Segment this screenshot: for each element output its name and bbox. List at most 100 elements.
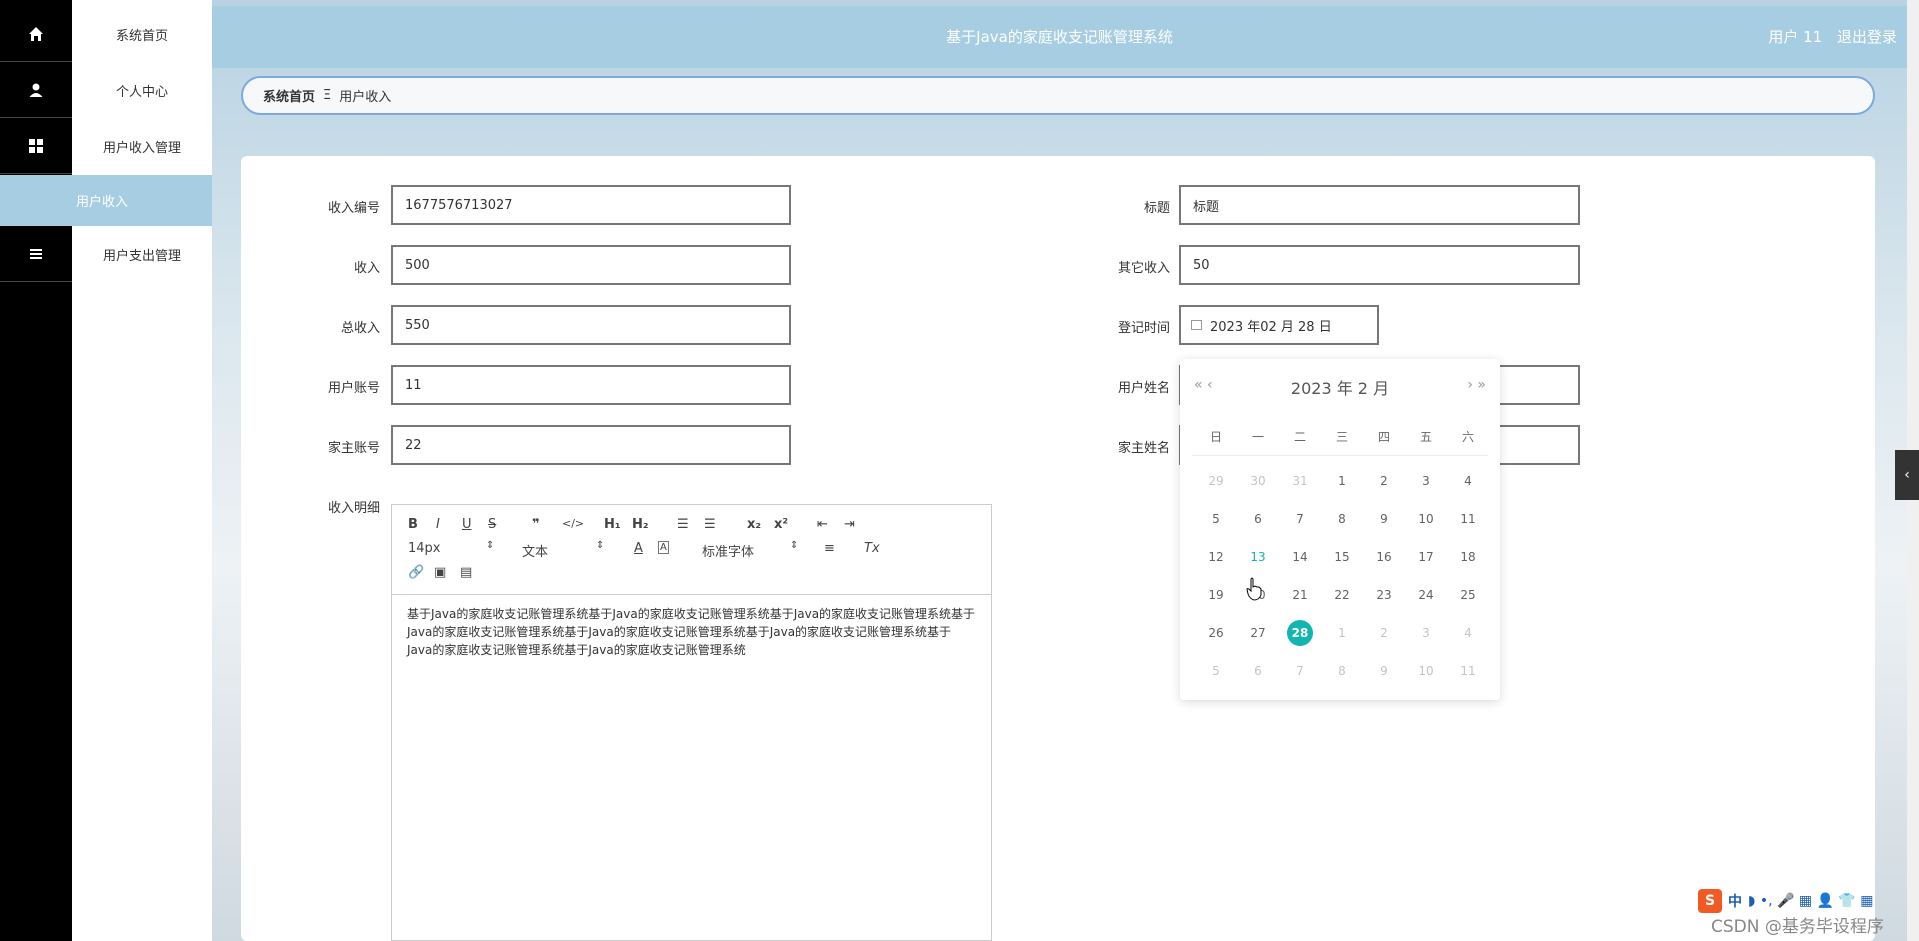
underline-icon[interactable]: U <box>462 517 472 532</box>
menu-item-expense-management[interactable]: 用户支出管理 <box>72 226 212 282</box>
calendar-day[interactable]: 28 <box>1287 620 1313 646</box>
rail-income[interactable] <box>0 118 72 174</box>
income-input[interactable]: 500 <box>391 245 791 285</box>
calendar-day[interactable]: 6 <box>1245 658 1271 684</box>
background-color-icon[interactable]: A <box>658 541 669 554</box>
calendar-day[interactable]: 19 <box>1203 582 1229 608</box>
calendar-day[interactable]: 31 <box>1287 468 1313 494</box>
h1-icon[interactable]: H₁ <box>604 517 621 532</box>
weekday-header: 四 <box>1377 430 1390 444</box>
editor-content[interactable]: 基于Java的家庭收支记账管理系统基于Java的家庭收支记账管理系统基于Java… <box>392 595 991 669</box>
ordered-list-icon[interactable]: ☰ <box>677 517 689 532</box>
clear-format-icon[interactable]: Tx <box>864 541 880 556</box>
bullet-list-icon[interactable]: ☰ <box>704 517 716 532</box>
font-size-select[interactable]: 14px <box>408 541 441 556</box>
video-icon[interactable]: ▤ <box>460 565 472 580</box>
strike-icon[interactable]: S <box>488 517 496 532</box>
total-income-label: 总收入 <box>340 321 380 336</box>
menu-item-profile[interactable]: 个人中心 <box>72 62 212 118</box>
align-icon[interactable]: ≡ <box>824 541 835 556</box>
calendar-day[interactable]: 17 <box>1413 544 1439 570</box>
code-icon[interactable]: </> <box>562 517 584 530</box>
calendar-day[interactable]: 2 <box>1371 468 1397 494</box>
breadcrumb-home[interactable]: 系统首页 <box>263 86 315 105</box>
rich-text-editor[interactable]: B I U S ❞ </> H₁ H₂ ☰ ☰ x₂ x² ⇤ ⇥ 14px ⇕… <box>391 504 992 941</box>
bold-icon[interactable]: B <box>408 517 418 532</box>
rail-home[interactable] <box>0 6 72 62</box>
menu-item-income-management[interactable]: 用户收入管理 <box>72 118 212 174</box>
italic-icon[interactable]: I <box>436 517 440 532</box>
calendar-day[interactable]: 10 <box>1413 506 1439 532</box>
calendar-day[interactable]: 9 <box>1371 658 1397 684</box>
rail-expense[interactable] <box>0 226 72 282</box>
title-input[interactable]: 标题 <box>1179 185 1580 225</box>
calendar-day[interactable]: 30 <box>1245 468 1271 494</box>
calendar-day[interactable]: 8 <box>1329 506 1355 532</box>
calendar-day[interactable]: 1 <box>1329 620 1355 646</box>
menu-item-home[interactable]: 系统首页 <box>72 6 212 62</box>
calendar-day[interactable]: 23 <box>1371 582 1397 608</box>
calendar-day[interactable]: 2 <box>1371 620 1397 646</box>
calendar-day[interactable]: 1 <box>1329 468 1355 494</box>
calendar-day[interactable]: 3 <box>1413 468 1439 494</box>
sogou-icon[interactable]: S <box>1698 889 1722 913</box>
subscript-icon[interactable]: x₂ <box>747 517 761 532</box>
list-icon <box>30 248 42 259</box>
calendar-day[interactable]: 21 <box>1287 582 1313 608</box>
calendar-day[interactable]: 15 <box>1329 544 1355 570</box>
calendar-day[interactable]: 4 <box>1455 468 1481 494</box>
register-time-input[interactable]: 2023 年02 月 28 日 <box>1179 305 1379 345</box>
calendar-day[interactable]: 18 <box>1455 544 1481 570</box>
user-name-label: 用户姓名 <box>1117 381 1170 396</box>
calendar-day[interactable]: 7 <box>1287 506 1313 532</box>
breadcrumb: 系统首页 Ξ 用户收入 <box>241 76 1875 115</box>
text-type-select[interactable]: 文本 <box>522 541 548 560</box>
calendar-day[interactable]: 11 <box>1455 658 1481 684</box>
outdent-icon[interactable]: ⇤ <box>817 517 828 532</box>
calendar-day[interactable]: 8 <box>1329 658 1355 684</box>
calendar-day[interactable]: 22 <box>1329 582 1355 608</box>
income-no-input[interactable]: 1677576713027 <box>391 185 791 225</box>
calendar-day[interactable]: 25 <box>1455 582 1481 608</box>
indent-icon[interactable]: ⇥ <box>844 517 855 532</box>
calendar-day[interactable]: 27 <box>1245 620 1271 646</box>
calendar-day[interactable]: 14 <box>1287 544 1313 570</box>
calendar-day[interactable]: 13 <box>1245 544 1271 570</box>
ime-lang-icon[interactable]: 中 <box>1728 891 1742 911</box>
side-toggle-icon[interactable]: ‹ <box>1895 450 1919 500</box>
logout-link[interactable]: 退出登录 <box>1837 28 1897 46</box>
calendar-day[interactable]: 26 <box>1203 620 1229 646</box>
calendar-day[interactable]: 3 <box>1413 620 1439 646</box>
blockquote-icon[interactable]: ❞ <box>532 517 540 532</box>
next-month-year-icon[interactable]: › » <box>1467 377 1486 393</box>
calendar-day[interactable]: 4 <box>1455 620 1481 646</box>
breadcrumb-separator-icon: Ξ <box>323 88 332 103</box>
calendar-day[interactable]: 6 <box>1245 506 1271 532</box>
calendar-day[interactable]: 16 <box>1371 544 1397 570</box>
superscript-icon[interactable]: x² <box>774 517 788 532</box>
calendar-day[interactable]: 11 <box>1455 506 1481 532</box>
rail-user[interactable] <box>0 62 72 118</box>
ime-extra-icons: ◗ •, 🎤 ▦ 👤 👕 ▦ <box>1748 893 1874 909</box>
calendar-day[interactable]: 12 <box>1203 544 1229 570</box>
breadcrumb-current: 用户收入 <box>339 90 392 105</box>
calendar-day[interactable]: 5 <box>1203 506 1229 532</box>
calendar-day[interactable]: 9 <box>1371 506 1397 532</box>
hand-cursor-icon <box>1246 577 1262 601</box>
font-family-select[interactable]: 标准字体 <box>702 541 754 560</box>
submenu-item-user-income[interactable]: 用户收入 <box>0 175 212 226</box>
picker-divider <box>1192 455 1488 456</box>
calendar-day[interactable]: 5 <box>1203 658 1229 684</box>
calendar-day[interactable]: 7 <box>1287 658 1313 684</box>
calendar-day[interactable]: 24 <box>1413 582 1439 608</box>
total-income-input[interactable]: 550 <box>391 305 791 345</box>
image-icon[interactable]: ▣ <box>434 565 446 580</box>
font-color-icon[interactable]: A <box>634 541 643 556</box>
owner-account-input[interactable]: 22 <box>391 425 791 465</box>
user-account-input[interactable]: 11 <box>391 365 791 405</box>
calendar-day[interactable]: 10 <box>1413 658 1439 684</box>
link-icon[interactable]: 🔗 <box>408 565 424 580</box>
h2-icon[interactable]: H₂ <box>632 517 649 532</box>
calendar-day[interactable]: 29 <box>1203 468 1229 494</box>
other-income-input[interactable]: 50 <box>1179 245 1580 285</box>
